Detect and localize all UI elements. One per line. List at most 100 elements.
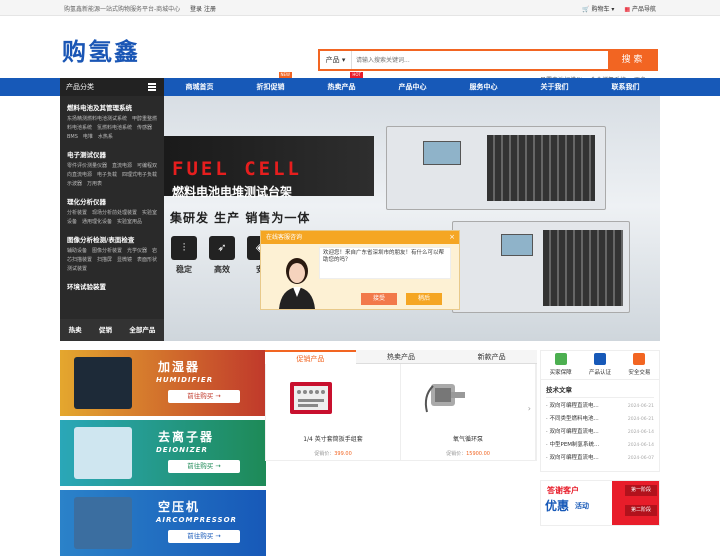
category-group[interactable]: 环境试验装置 <box>67 281 157 291</box>
nav-item-hot[interactable]: 热卖产品 HOT <box>306 72 377 96</box>
category-title[interactable]: 燃料电池及其管理系统 <box>67 102 157 112</box>
ad-deionizer[interactable]: 去离子器 DEIONIZER 前往购买 → <box>60 420 266 486</box>
product-name[interactable]: 氧气循环泵 <box>401 434 535 443</box>
socket-set-image <box>290 382 332 414</box>
nav-item-about[interactable]: 关于我们 <box>519 78 590 96</box>
shield-check-icon <box>554 353 567 365</box>
certificate-icon <box>593 353 606 365</box>
chat-header: 在线客服咨询 × <box>261 231 459 244</box>
banner-headline: FUEL CELL <box>172 158 302 180</box>
lock-icon <box>633 353 646 365</box>
search-bar: 产品 ▾ 搜 索 <box>318 49 658 71</box>
auth-links: 登录 注册 <box>190 4 216 13</box>
category-items[interactable]: 分析装置 现场分析前处理装置 实验室设备 通用理化设备 实验室用品 <box>67 209 157 227</box>
search-input[interactable] <box>352 51 608 69</box>
header: 购氢鑫 产品 ▾ 搜 索 日置电池扫描仪 合金储氢系统 更多... <box>0 16 720 84</box>
category-group[interactable]: 理化分析仪器分析装置 现场分析前处理装置 实验室设备 通用理化设备 实验室用品 <box>67 196 157 227</box>
news-item[interactable]: · 不同类型燃料电池... 2024-06-21 <box>546 413 654 426</box>
quick-link-all[interactable]: 全部产品 <box>129 319 155 341</box>
category-group[interactable]: 图像分析检测/表面检查辅助设备 图像分析装置 光学仪器 岩芯扫描装置 扫描屏 显… <box>67 234 157 274</box>
banner-slogan: 集研发 生产 销售为一体 <box>170 211 311 225</box>
badge-certified: 产品认证 <box>589 351 611 379</box>
new-badge: NEW <box>278 72 292 78</box>
category-ads: 加湿器 HUMIDIFIER 前往购买 → 去离子器 DEIONIZER 前往购… <box>60 350 266 560</box>
product-card[interactable]: 1/4 英寸套筒扳手组套 促销价：399.00 <box>266 364 401 460</box>
product-name[interactable]: 1/4 英寸套筒扳手组套 <box>266 434 400 443</box>
news-title: 技术文章 <box>546 384 654 398</box>
accept-button[interactable]: 接受 <box>361 293 397 305</box>
category-group[interactable]: 燃料电池及其管理系统东扬精测燃料电池测试系统 甲醇重整燃料电池系统 氢燃料电池系… <box>67 102 157 142</box>
product-price: 促销价：15900.00 <box>446 451 490 457</box>
ad-subtitle: HUMIDIFIER <box>156 376 214 384</box>
category-title[interactable]: 图像分析检测/表面检查 <box>67 234 157 244</box>
category-title[interactable]: 电子测试仪器 <box>67 149 157 159</box>
category-title[interactable]: 理化分析仪器 <box>67 196 157 206</box>
buy-button[interactable]: 前往购买 → <box>168 390 240 403</box>
product-nav-link[interactable]: ▦ 产品导航 <box>624 4 656 13</box>
hot-badge: HOT <box>350 72 363 78</box>
login-link[interactable]: 登录 <box>190 6 202 13</box>
device-image-upper <box>386 126 606 210</box>
grid-icon: ▦ <box>624 6 631 13</box>
search-category-select[interactable]: 产品 ▾ <box>320 51 352 69</box>
cart-label: 购物车 <box>591 6 610 13</box>
news-item[interactable]: · 双向可编程直流电... 2024-06-07 <box>546 452 654 465</box>
buy-button[interactable]: 前往购买 → <box>168 460 240 473</box>
nav-item-contact[interactable]: 联系我们 <box>590 78 661 96</box>
cart-icon: 🛒 <box>582 6 590 13</box>
deionizer-image <box>74 427 132 479</box>
compressor-image <box>74 497 132 549</box>
banner-subtitle: 燃料电池电堆测试台架 <box>172 185 293 199</box>
nav-item-products[interactable]: 产品中心 <box>377 78 448 96</box>
news-item[interactable]: · 双向可编程直流电... 2024-06-14 <box>546 426 654 439</box>
quick-link-hot[interactable]: 热卖 <box>69 319 82 341</box>
ad-compressor[interactable]: 空压机 AIRCOMPRESSOR 前往购买 → <box>60 490 266 556</box>
ad-title: 去离子器 <box>158 430 215 444</box>
category-items[interactable]: 零件评价测量仪器 直流电源 可编程双向直流电源 电子负载 四理式电子负载 示波器… <box>67 162 162 189</box>
badge-secure: 安全交易 <box>628 351 650 379</box>
promo-line2: 优惠 <box>545 499 570 513</box>
humidifier-image <box>74 357 132 409</box>
register-link[interactable]: 注册 <box>204 6 216 13</box>
chat-message: 欢迎您！来自广东省深圳市的朋友！有什么可以帮助您的吗？ <box>319 247 451 279</box>
site-slogan: 购氢鑫新能源一站式购物服务平台-商城中心 <box>64 6 181 13</box>
category-items[interactable]: 辅助设备 图像分析装置 光学仪器 岩芯扫描装置 扫描屏 显微镜 表面形状测试装置 <box>67 247 157 274</box>
main-nav: 产品分类 商城首页 折扣促销 NEW 热卖产品 HOT 产品中心 服务中心 关于我们… <box>0 72 720 96</box>
buy-button[interactable]: 前往购买 → <box>168 530 240 543</box>
promo-stage2: 第二阶段 <box>625 505 657 516</box>
menu-icon <box>148 83 156 91</box>
news-item[interactable]: · 双向可编程直流电... 2024-06-21 <box>546 400 654 413</box>
agent-avatar <box>279 258 315 309</box>
tab-new[interactable]: 新款产品 <box>446 350 538 364</box>
promo-banner[interactable]: 答谢客户 优惠 活动 第一阶段 第二阶段 <box>540 480 660 526</box>
ad-title: 空压机 <box>158 500 201 514</box>
feature-efficient: ➶ 高效 <box>208 236 236 275</box>
cart-link[interactable]: 🛒 购物车 ▾ <box>582 4 614 13</box>
category-items[interactable]: 东扬精测燃料电池测试系统 甲醇重整燃料电池系统 氢燃料电池系统 传感器 BMS … <box>67 115 157 142</box>
close-icon[interactable]: × <box>449 231 455 244</box>
quick-link-promo[interactable]: 促销 <box>99 319 112 341</box>
category-title[interactable]: 环境试验装置 <box>67 281 157 291</box>
nav-item-service[interactable]: 服务中心 <box>448 78 519 96</box>
chat-popup: 在线客服咨询 × 欢迎您！来自广东省深圳市的朋友！有什么可以帮助您的吗？ 接受 稍… <box>260 230 460 310</box>
news-item[interactable]: · 中型PEM制氢系统... 2024-06-14 <box>546 439 654 452</box>
category-header[interactable]: 产品分类 <box>60 78 164 96</box>
banner-features: ⫶稳定 ➶高效 ◈安 <box>170 236 274 275</box>
product-card[interactable]: 氧气循环泵 促销价：15900.00 › <box>401 364 536 460</box>
category-sidebar: 燃料电池及其管理系统东扬精测燃料电池测试系统 甲醇重整燃料电池系统 氢燃料电池系… <box>60 96 164 341</box>
site-logo[interactable]: 购氢鑫 <box>62 32 140 67</box>
category-group[interactable]: 电子测试仪器零件评价测量仪器 直流电源 可编程双向直流电源 电子负载 四理式电子… <box>67 149 162 189</box>
news-list: 技术文章 · 双向可编程直流电... 2024-06-21 · 不同类型燃料电池.… <box>540 380 660 472</box>
nav-item-promo[interactable]: 折扣促销 NEW <box>235 72 306 96</box>
later-button[interactable]: 稍后 <box>406 293 442 305</box>
search-button[interactable]: 搜 索 <box>608 51 656 69</box>
badge-buyer-protection: 买家保障 <box>550 351 572 379</box>
nav-item-home[interactable]: 商城首页 <box>164 78 235 96</box>
rocket-icon: ➶ <box>209 236 235 260</box>
tab-hot[interactable]: 热卖产品 <box>355 350 447 364</box>
chevron-right-icon[interactable]: › <box>528 404 531 413</box>
ad-humidifier[interactable]: 加湿器 HUMIDIFIER 前往购买 → <box>60 350 266 416</box>
ad-title: 加湿器 <box>158 360 201 374</box>
tab-promo[interactable]: 促销产品 <box>265 350 356 364</box>
product-price: 促销价：399.00 <box>314 451 352 457</box>
